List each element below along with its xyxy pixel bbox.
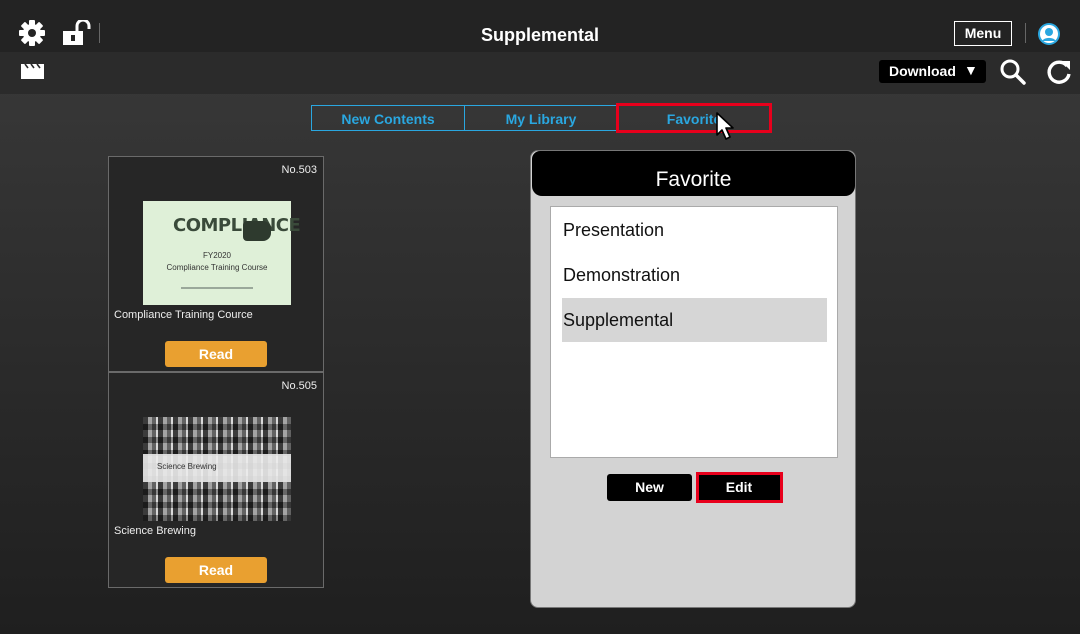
- refresh-icon[interactable]: [1045, 58, 1073, 86]
- chevron-down-icon: ▼: [964, 62, 978, 78]
- thumbnail-heading: COMPLIANCE: [173, 215, 301, 236]
- gear-icon[interactable]: [19, 20, 45, 46]
- read-button[interactable]: Read: [165, 341, 267, 367]
- favorite-list-item[interactable]: Supplemental: [562, 298, 827, 342]
- tab-my-library[interactable]: My Library: [464, 105, 618, 131]
- favorite-list: Presentation Demonstration Supplemental: [550, 206, 838, 458]
- menu-button[interactable]: Menu: [954, 21, 1012, 46]
- thumbnail-caption: Science Brewing: [157, 462, 217, 471]
- content-thumbnail[interactable]: Science Brewing: [143, 417, 291, 521]
- content-number: No.503: [281, 164, 317, 176]
- unlock-icon[interactable]: [61, 20, 91, 46]
- thumbnail-line2: Compliance Training Course: [166, 263, 268, 272]
- favorite-panel: Favorite Presentation Demonstration Supp…: [530, 150, 856, 608]
- thumbnail-fineprint: [181, 287, 253, 289]
- content-title: Compliance Training Cource: [114, 309, 253, 321]
- search-icon[interactable]: [999, 58, 1027, 86]
- thumbnail-hand: [243, 221, 271, 241]
- new-favorite-button[interactable]: New: [607, 474, 692, 501]
- content-card: No.503 COMPLIANCE FY2020 Compliance Trai…: [108, 156, 324, 372]
- content-card: No.505 Science Brewing Science Brewing R…: [108, 372, 324, 588]
- thumbnail-line1: FY2020: [202, 251, 232, 260]
- user-icon[interactable]: [1037, 22, 1061, 46]
- download-label: Download: [889, 63, 956, 79]
- edit-favorite-button[interactable]: Edit: [697, 474, 781, 501]
- download-dropdown[interactable]: Download ▼: [879, 60, 986, 83]
- favorite-panel-title: Favorite: [532, 151, 855, 196]
- favorite-list-item[interactable]: Presentation: [562, 208, 827, 252]
- cursor-icon: [716, 112, 734, 140]
- tab-new-contents[interactable]: New Contents: [311, 105, 465, 131]
- tab-favorite[interactable]: Favorite: [617, 105, 771, 131]
- read-button[interactable]: Read: [165, 557, 267, 583]
- header-divider-right: [1025, 23, 1026, 43]
- content-thumbnail[interactable]: COMPLIANCE FY2020 Compliance Training Co…: [143, 201, 301, 305]
- clapperboard-icon[interactable]: [21, 64, 44, 79]
- content-number: No.505: [281, 380, 317, 392]
- header-divider: [99, 23, 100, 43]
- content-title: Science Brewing: [114, 525, 196, 537]
- top-bar: [0, 0, 1080, 52]
- favorite-list-item[interactable]: Demonstration: [562, 253, 827, 297]
